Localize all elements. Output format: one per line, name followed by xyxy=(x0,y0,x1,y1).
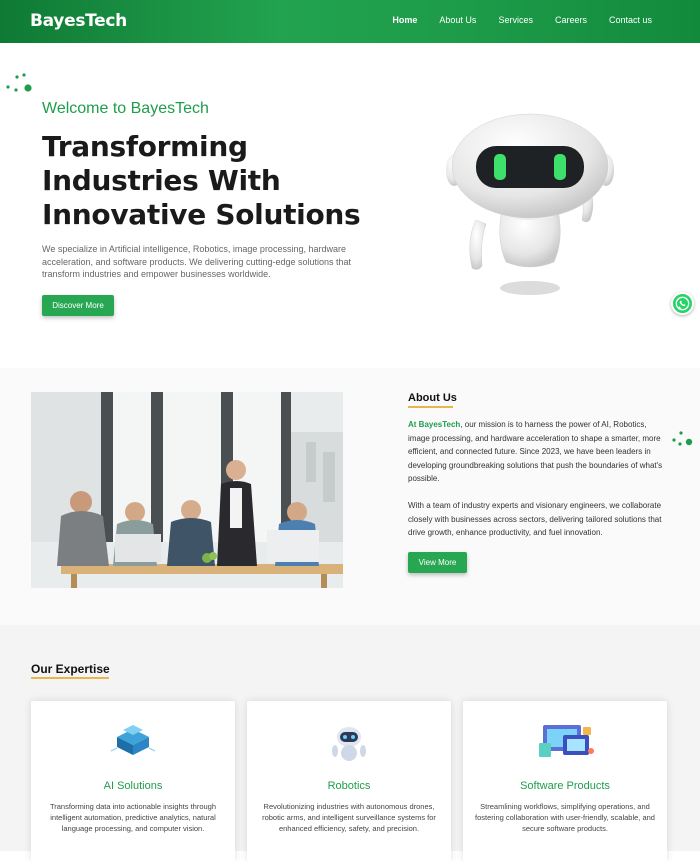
about-heading: About Us xyxy=(408,392,457,404)
team-meeting-photo xyxy=(31,392,343,588)
nav-home[interactable]: Home xyxy=(392,15,417,25)
decorative-dots-icon xyxy=(6,73,32,92)
about-paragraph-2: With a team of industry experts and visi… xyxy=(408,501,662,538)
nav-about-us[interactable]: About Us xyxy=(439,15,476,25)
expertise-card-software[interactable]: Software Products Streamlining workflows… xyxy=(463,701,667,861)
site-logo[interactable]: BayesTech xyxy=(30,11,127,31)
about-brand-name: At BayesTech xyxy=(408,420,461,429)
robot-icon xyxy=(332,727,366,761)
about-paragraph-1: At BayesTech, our mission is to harness … xyxy=(408,418,670,486)
view-more-button[interactable]: View More xyxy=(408,552,467,573)
nav-services[interactable]: Services xyxy=(498,15,533,25)
nav-contact-us[interactable]: Contact us xyxy=(609,15,652,25)
robot-illustration-icon xyxy=(446,113,614,295)
ai-chip-icon xyxy=(110,725,156,755)
nav-careers[interactable]: Careers xyxy=(555,15,587,25)
card-description: Revolutionizing industries with autonomo… xyxy=(262,802,436,833)
decorative-dots-right-icon xyxy=(672,431,693,446)
expertise-card-robotics[interactable]: Robotics Revolutionizing industries with… xyxy=(247,701,451,861)
whatsapp-icon[interactable] xyxy=(671,292,694,315)
card-title: Software Products xyxy=(520,780,610,792)
main-nav: Home About Us Services Careers Contact u… xyxy=(392,15,652,25)
hero-welcome-text: Welcome to BayesTech xyxy=(42,100,209,117)
about-paragraph-1-text: , our mission is to harness the power of… xyxy=(408,420,663,484)
top-navbar: BayesTech Home About Us Services Careers… xyxy=(0,0,700,43)
hero-description: We specialize in Artificial intelligence… xyxy=(42,244,352,279)
card-description: Streamlining workflows, simplifying oper… xyxy=(475,802,655,833)
card-description: Transforming data into actionable insigh… xyxy=(49,802,217,833)
hero-title: Transforming Industries With Innovative … xyxy=(42,130,361,231)
discover-more-button[interactable]: Discover More xyxy=(42,295,114,316)
heading-underline xyxy=(31,677,109,679)
expertise-card-ai[interactable]: AI Solutions Transforming data into acti… xyxy=(31,701,235,861)
heading-underline xyxy=(408,406,453,408)
card-title: Robotics xyxy=(327,780,371,792)
expertise-heading: Our Expertise xyxy=(31,662,110,676)
card-title: AI Solutions xyxy=(103,780,163,792)
software-screens-icon xyxy=(539,725,594,757)
